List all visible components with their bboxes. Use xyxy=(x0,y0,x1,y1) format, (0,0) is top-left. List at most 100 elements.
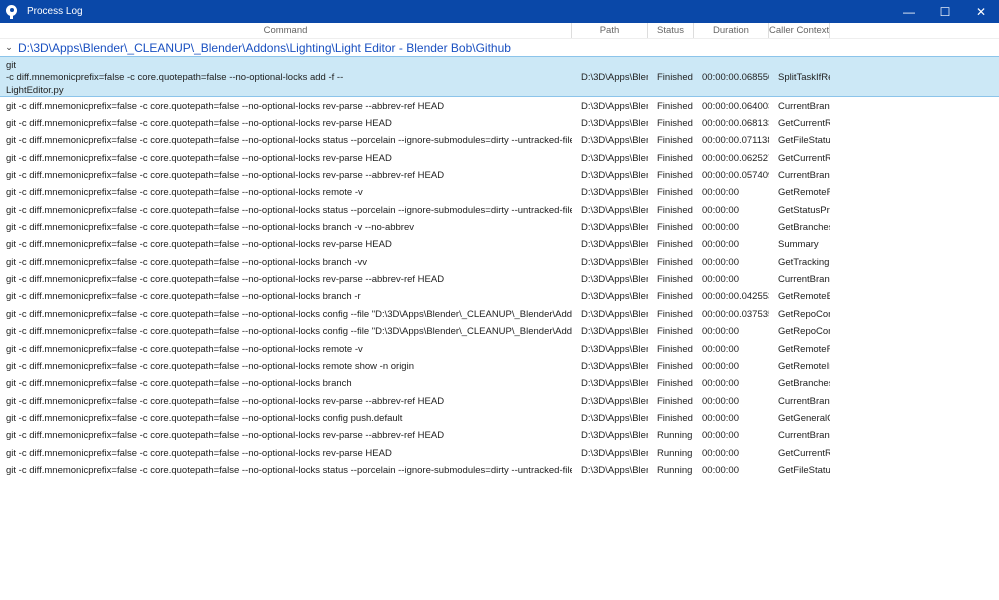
duration-cell: 00:00:00 xyxy=(702,447,739,459)
table-row-selected[interactable]: git -c diff.mnemonicprefix=false -c core… xyxy=(0,56,999,97)
duration-cell: 00:00:00 xyxy=(702,326,739,338)
path-cell: D:\3D\Apps\Blen xyxy=(581,465,648,477)
group-header[interactable]: ⌄ D:\3D\Apps\Blender\_CLEANUP\_Blender\A… xyxy=(0,39,999,56)
caller-cell: GetCurrentRev xyxy=(778,152,830,164)
status-cell: Finished xyxy=(657,274,693,286)
table-row[interactable]: git -c diff.mnemonicprefix=false -c core… xyxy=(0,445,999,462)
chevron-down-icon[interactable]: ⌄ xyxy=(0,42,18,53)
caller-cell: GetRemoteIn xyxy=(778,360,830,372)
column-caller-context[interactable]: Caller Context xyxy=(769,23,830,38)
caller-cell: GetBranchesI xyxy=(778,222,830,234)
command-cell: git -c diff.mnemonicprefix=false -c core… xyxy=(6,343,363,355)
table-row[interactable]: git -c diff.mnemonicprefix=false -c core… xyxy=(0,410,999,427)
status-cell: Finished xyxy=(657,239,693,251)
minimize-button[interactable]: — xyxy=(891,0,927,23)
command-cell: git -c diff.mnemonicprefix=false -c core… xyxy=(6,291,361,303)
status-cell: Running xyxy=(657,447,693,459)
command-cell: git -c diff.mnemonicprefix=false -c core… xyxy=(6,152,392,164)
status-cell: Finished xyxy=(657,117,693,129)
table-row[interactable]: git -c diff.mnemonicprefix=false -c core… xyxy=(0,254,999,271)
path-cell: D:\3D\Apps\Blen xyxy=(581,187,648,199)
caller-cell: GetRemoteRe xyxy=(778,187,830,199)
command-cell: git -c diff.mnemonicprefix=false -c core… xyxy=(6,256,367,268)
status-cell: Finished xyxy=(657,72,693,83)
duration-cell: 00:00:00 xyxy=(702,274,739,286)
path-cell: D:\3D\Apps\Blen xyxy=(581,274,648,286)
duration-cell: 00:00:00.0640035 xyxy=(702,100,769,112)
table-row[interactable]: git -c diff.mnemonicprefix=false -c core… xyxy=(0,132,999,149)
table-row[interactable]: git -c diff.mnemonicprefix=false -c core… xyxy=(0,427,999,444)
path-cell: D:\3D\Apps\Blen xyxy=(581,169,648,181)
command-cell: git -c diff.mnemonicprefix=false -c core… xyxy=(6,169,445,181)
status-cell: Finished xyxy=(657,135,693,147)
table-row[interactable]: git -c diff.mnemonicprefix=false -c core… xyxy=(0,306,999,323)
column-header: Command Path Status Duration Caller Cont… xyxy=(0,23,999,39)
command-cell: git -c diff.mnemonicprefix=false -c core… xyxy=(6,204,572,216)
table-row[interactable]: git -c diff.mnemonicprefix=false -c core… xyxy=(0,184,999,201)
caller-cell: GetGeneralC xyxy=(778,412,830,424)
path-cell: D:\3D\Apps\Blen xyxy=(581,395,648,407)
duration-cell: 00:00:00.0574094 xyxy=(702,169,769,181)
duration-cell: 00:00:00 xyxy=(702,378,739,390)
table-row[interactable]: git -c diff.mnemonicprefix=false -c core… xyxy=(0,236,999,253)
caller-cell: GetRepoConf xyxy=(778,326,830,338)
table-row[interactable]: git -c diff.mnemonicprefix=false -c core… xyxy=(0,375,999,392)
caller-cell: GetCurrentRev xyxy=(778,447,830,459)
table-row[interactable]: git -c diff.mnemonicprefix=false -c core… xyxy=(0,288,999,305)
path-cell: D:\3D\Apps\Blen xyxy=(581,412,648,424)
duration-cell: 00:00:00 xyxy=(702,412,739,424)
caller-cell: CurrentBranch xyxy=(778,274,830,286)
path-cell: D:\3D\Apps\Blen xyxy=(581,308,648,320)
caller-cell: GetStatusPro xyxy=(778,204,830,216)
close-button[interactable]: ✕ xyxy=(963,0,999,23)
table-row[interactable]: git -c diff.mnemonicprefix=false -c core… xyxy=(0,358,999,375)
table-row[interactable]: git -c diff.mnemonicprefix=false -c core… xyxy=(0,98,999,115)
command-cell: git -c diff.mnemonicprefix=false -c core… xyxy=(6,274,445,286)
path-cell: D:\3D\Apps\Blen xyxy=(581,239,648,251)
path-cell: D:\3D\Apps\Blen xyxy=(581,100,648,112)
caller-cell: GetRemoteRe xyxy=(778,343,830,355)
command-cell: git -c diff.mnemonicprefix=false -c core… xyxy=(6,100,445,112)
duration-cell: 00:00:00.0711381 xyxy=(702,135,769,147)
caller-cell: GetTrackingB xyxy=(778,256,830,268)
duration-cell: 00:00:00 xyxy=(702,239,739,251)
path-cell: D:\3D\Apps\Blen xyxy=(581,204,648,216)
caller-cell: GetBranches xyxy=(778,378,830,390)
path-cell: D:\3D\Apps\Blen xyxy=(581,360,648,372)
column-duration[interactable]: Duration xyxy=(694,23,769,38)
table-row[interactable]: git -c diff.mnemonicprefix=false -c core… xyxy=(0,462,999,479)
table-row[interactable]: git -c diff.mnemonicprefix=false -c core… xyxy=(0,323,999,340)
status-cell: Finished xyxy=(657,256,693,268)
caller-cell: Summary xyxy=(778,239,819,251)
caller-cell: GetFileStatus xyxy=(778,135,830,147)
table-row[interactable]: git -c diff.mnemonicprefix=false -c core… xyxy=(0,393,999,410)
table-row[interactable]: git -c diff.mnemonicprefix=false -c core… xyxy=(0,202,999,219)
command-cell: git -c diff.mnemonicprefix=false -c core… xyxy=(6,60,344,96)
caller-cell: GetCurrentRev xyxy=(778,117,830,129)
command-cell: git -c diff.mnemonicprefix=false -c core… xyxy=(6,447,392,459)
status-cell: Finished xyxy=(657,169,693,181)
caller-cell: CurrentBranch xyxy=(778,430,830,442)
column-path[interactable]: Path xyxy=(572,23,648,38)
command-cell: git -c diff.mnemonicprefix=false -c core… xyxy=(6,187,363,199)
table-row[interactable]: git -c diff.mnemonicprefix=false -c core… xyxy=(0,150,999,167)
command-cell: git -c diff.mnemonicprefix=false -c core… xyxy=(6,360,414,372)
path-cell: D:\3D\Apps\Blen xyxy=(581,430,648,442)
command-cell: git -c diff.mnemonicprefix=false -c core… xyxy=(6,412,403,424)
table-row[interactable]: git -c diff.mnemonicprefix=false -c core… xyxy=(0,341,999,358)
status-cell: Finished xyxy=(657,152,693,164)
status-cell: Finished xyxy=(657,412,693,424)
table-row[interactable]: git -c diff.mnemonicprefix=false -c core… xyxy=(0,167,999,184)
status-cell: Finished xyxy=(657,222,693,234)
duration-cell: 00:00:00 xyxy=(702,187,739,199)
path-cell: D:\3D\Apps\Blen xyxy=(581,378,648,390)
maximize-button[interactable]: ☐ xyxy=(927,0,963,23)
status-cell: Finished xyxy=(657,378,693,390)
status-cell: Finished xyxy=(657,343,693,355)
table-row[interactable]: git -c diff.mnemonicprefix=false -c core… xyxy=(0,271,999,288)
column-command[interactable]: Command xyxy=(0,23,572,38)
path-cell: D:\3D\Apps\Blen xyxy=(581,135,648,147)
column-status[interactable]: Status xyxy=(648,23,694,38)
table-row[interactable]: git -c diff.mnemonicprefix=false -c core… xyxy=(0,219,999,236)
table-row[interactable]: git -c diff.mnemonicprefix=false -c core… xyxy=(0,115,999,132)
